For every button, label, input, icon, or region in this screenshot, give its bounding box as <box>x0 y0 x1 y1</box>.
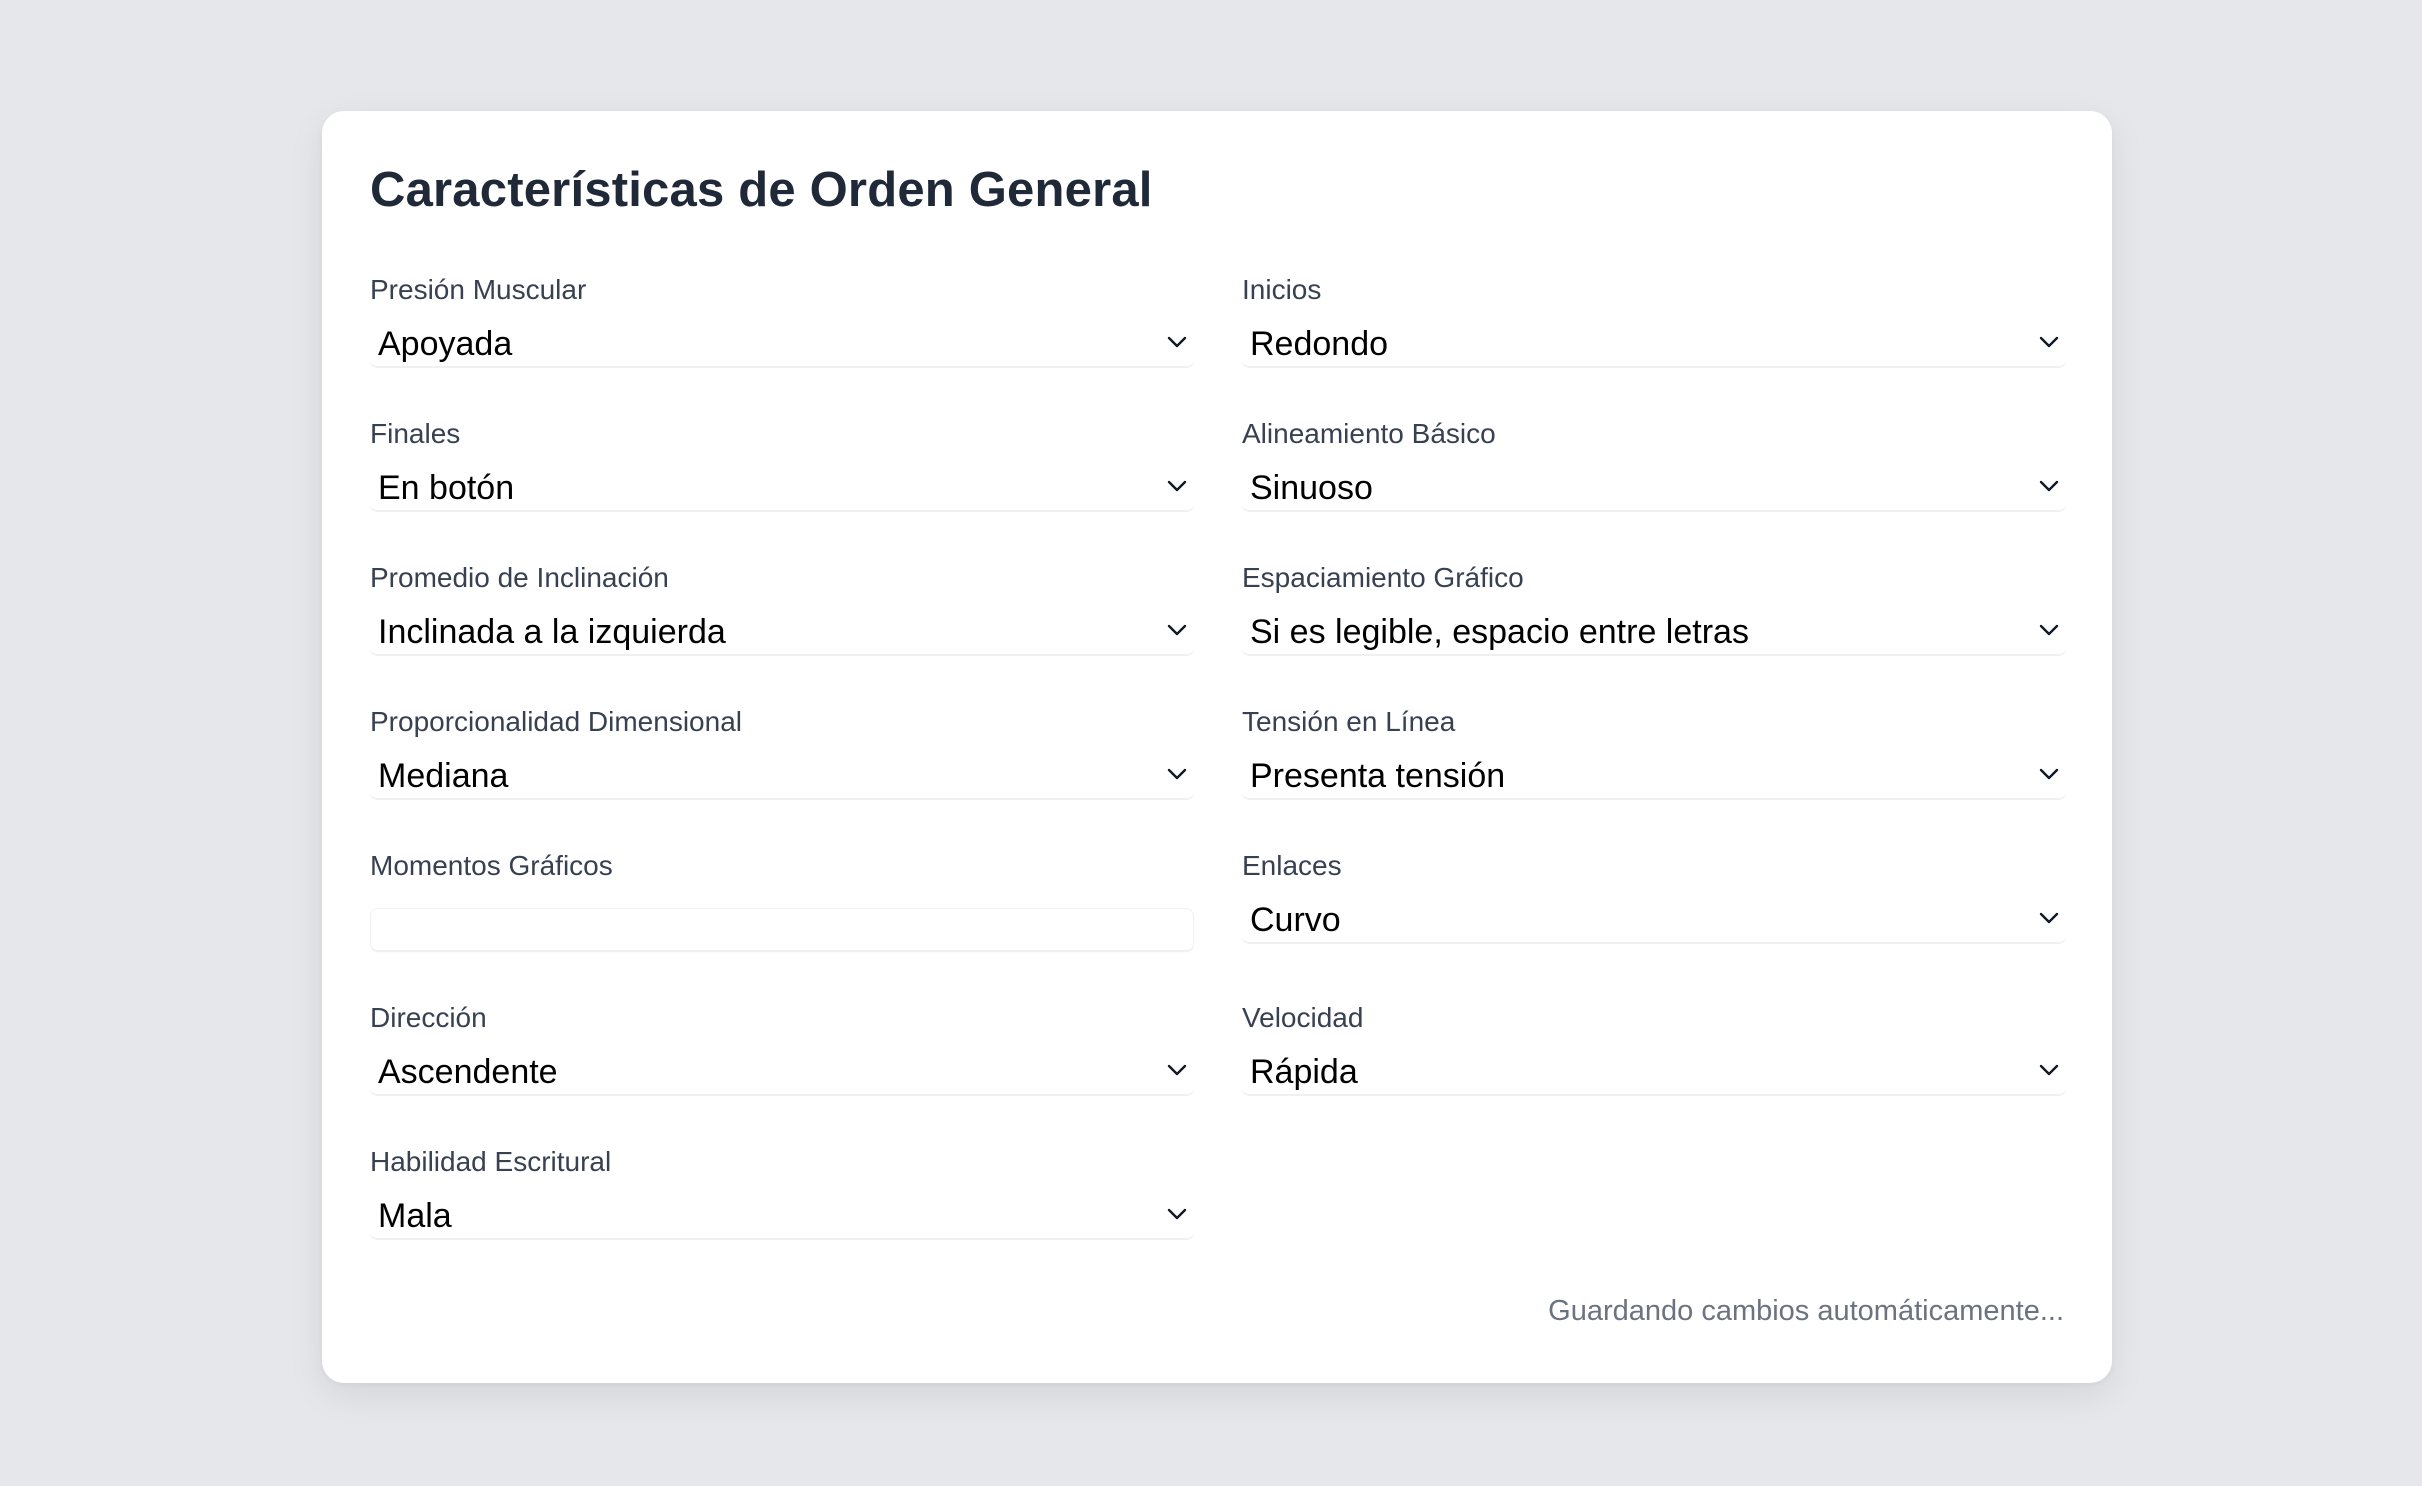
field-label: Alineamiento Básico <box>1242 418 1496 449</box>
chevron-down-icon <box>2039 336 2059 348</box>
field-proporcionalidad-dimensional: Proporcionalidad Dimensional Mediana <box>370 706 1194 800</box>
field-label: Espaciamiento Gráfico <box>1242 562 1524 593</box>
field-alineamiento-basico: Alineamiento Básico Sinuoso <box>1242 418 2066 512</box>
enlaces-select[interactable]: Curvo <box>1242 896 2066 944</box>
field-finales: Finales En botón <box>370 418 1194 512</box>
select-value: Redondo <box>1250 325 1389 363</box>
chevron-down-icon <box>1167 336 1187 348</box>
chevron-down-icon <box>1167 768 1187 780</box>
field-label: Tensión en Línea <box>1242 706 1456 737</box>
chevron-down-icon <box>2039 624 2059 636</box>
form-card: Características de Orden General Presión… <box>322 111 2112 1383</box>
direccion-select[interactable]: Ascendente <box>370 1048 1194 1096</box>
page-title: Características de Orden General <box>370 163 1153 217</box>
promedio-inclinacion-select[interactable]: Inclinada a la izquierda <box>370 608 1194 656</box>
espaciamiento-grafico-select[interactable]: Si es legible, espacio entre letras <box>1242 608 2066 656</box>
field-inicios: Inicios Redondo <box>1242 274 2066 368</box>
field-espaciamiento-grafico: Espaciamiento Gráfico Si es legible, esp… <box>1242 562 2066 656</box>
tension-en-linea-select[interactable]: Presenta tensión <box>1242 752 2066 800</box>
field-label: Velocidad <box>1242 1002 1364 1033</box>
chevron-down-icon <box>1167 624 1187 636</box>
field-habilidad-escritural: Habilidad Escritural Mala <box>370 1146 1194 1240</box>
alineamiento-basico-select[interactable]: Sinuoso <box>1242 464 2066 512</box>
chevron-down-icon <box>1167 1064 1187 1076</box>
select-value: Inclinada a la izquierda <box>378 613 726 651</box>
field-label: Habilidad Escritural <box>370 1146 612 1177</box>
select-value: Mediana <box>378 757 509 795</box>
presion-muscular-select[interactable]: Apoyada <box>370 320 1194 368</box>
autosave-status: Guardando cambios automáticamente... <box>1548 1295 2064 1327</box>
field-promedio-inclinacion: Promedio de Inclinación Inclinada a la i… <box>370 562 1194 656</box>
field-label: Promedio de Inclinación <box>370 562 669 593</box>
field-direccion: Dirección Ascendente <box>370 1002 1194 1096</box>
field-label: Finales <box>370 418 461 449</box>
chevron-down-icon <box>1167 1208 1187 1220</box>
field-label: Proporcionalidad Dimensional <box>370 706 742 737</box>
habilidad-escritural-select[interactable]: Mala <box>370 1192 1194 1240</box>
select-value: Rápida <box>1250 1053 1358 1091</box>
chevron-down-icon <box>2039 480 2059 492</box>
chevron-down-icon <box>1167 480 1187 492</box>
select-value: Presenta tensión <box>1250 757 1506 795</box>
velocidad-select[interactable]: Rápida <box>1242 1048 2066 1096</box>
select-value: Si es legible, espacio entre letras <box>1250 613 1749 651</box>
field-label: Dirección <box>370 1002 487 1033</box>
inicios-select[interactable]: Redondo <box>1242 320 2066 368</box>
select-value: Sinuoso <box>1250 469 1373 507</box>
select-value: Mala <box>378 1197 452 1235</box>
field-velocidad: Velocidad Rápida <box>1242 1002 2066 1096</box>
field-label: Presión Muscular <box>370 274 587 305</box>
proporcionalidad-dimensional-select[interactable]: Mediana <box>370 752 1194 800</box>
select-value: Curvo <box>1250 901 1341 939</box>
field-label: Enlaces <box>1242 850 1342 881</box>
select-value: Apoyada <box>378 325 513 363</box>
momentos-graficos-input[interactable] <box>370 908 1194 952</box>
chevron-down-icon <box>2039 912 2059 924</box>
finales-select[interactable]: En botón <box>370 464 1194 512</box>
select-value: En botón <box>378 469 515 507</box>
field-momentos-graficos: Momentos Gráficos <box>370 850 1194 952</box>
field-presion-muscular: Presión Muscular Apoyada <box>370 274 1194 368</box>
chevron-down-icon <box>2039 1064 2059 1076</box>
field-label: Inicios <box>1242 274 1322 305</box>
field-tension-en-linea: Tensión en Línea Presenta tensión <box>1242 706 2066 800</box>
field-label: Momentos Gráficos <box>370 850 613 881</box>
chevron-down-icon <box>2039 768 2059 780</box>
select-value: Ascendente <box>378 1053 558 1091</box>
field-enlaces: Enlaces Curvo <box>1242 850 2066 944</box>
